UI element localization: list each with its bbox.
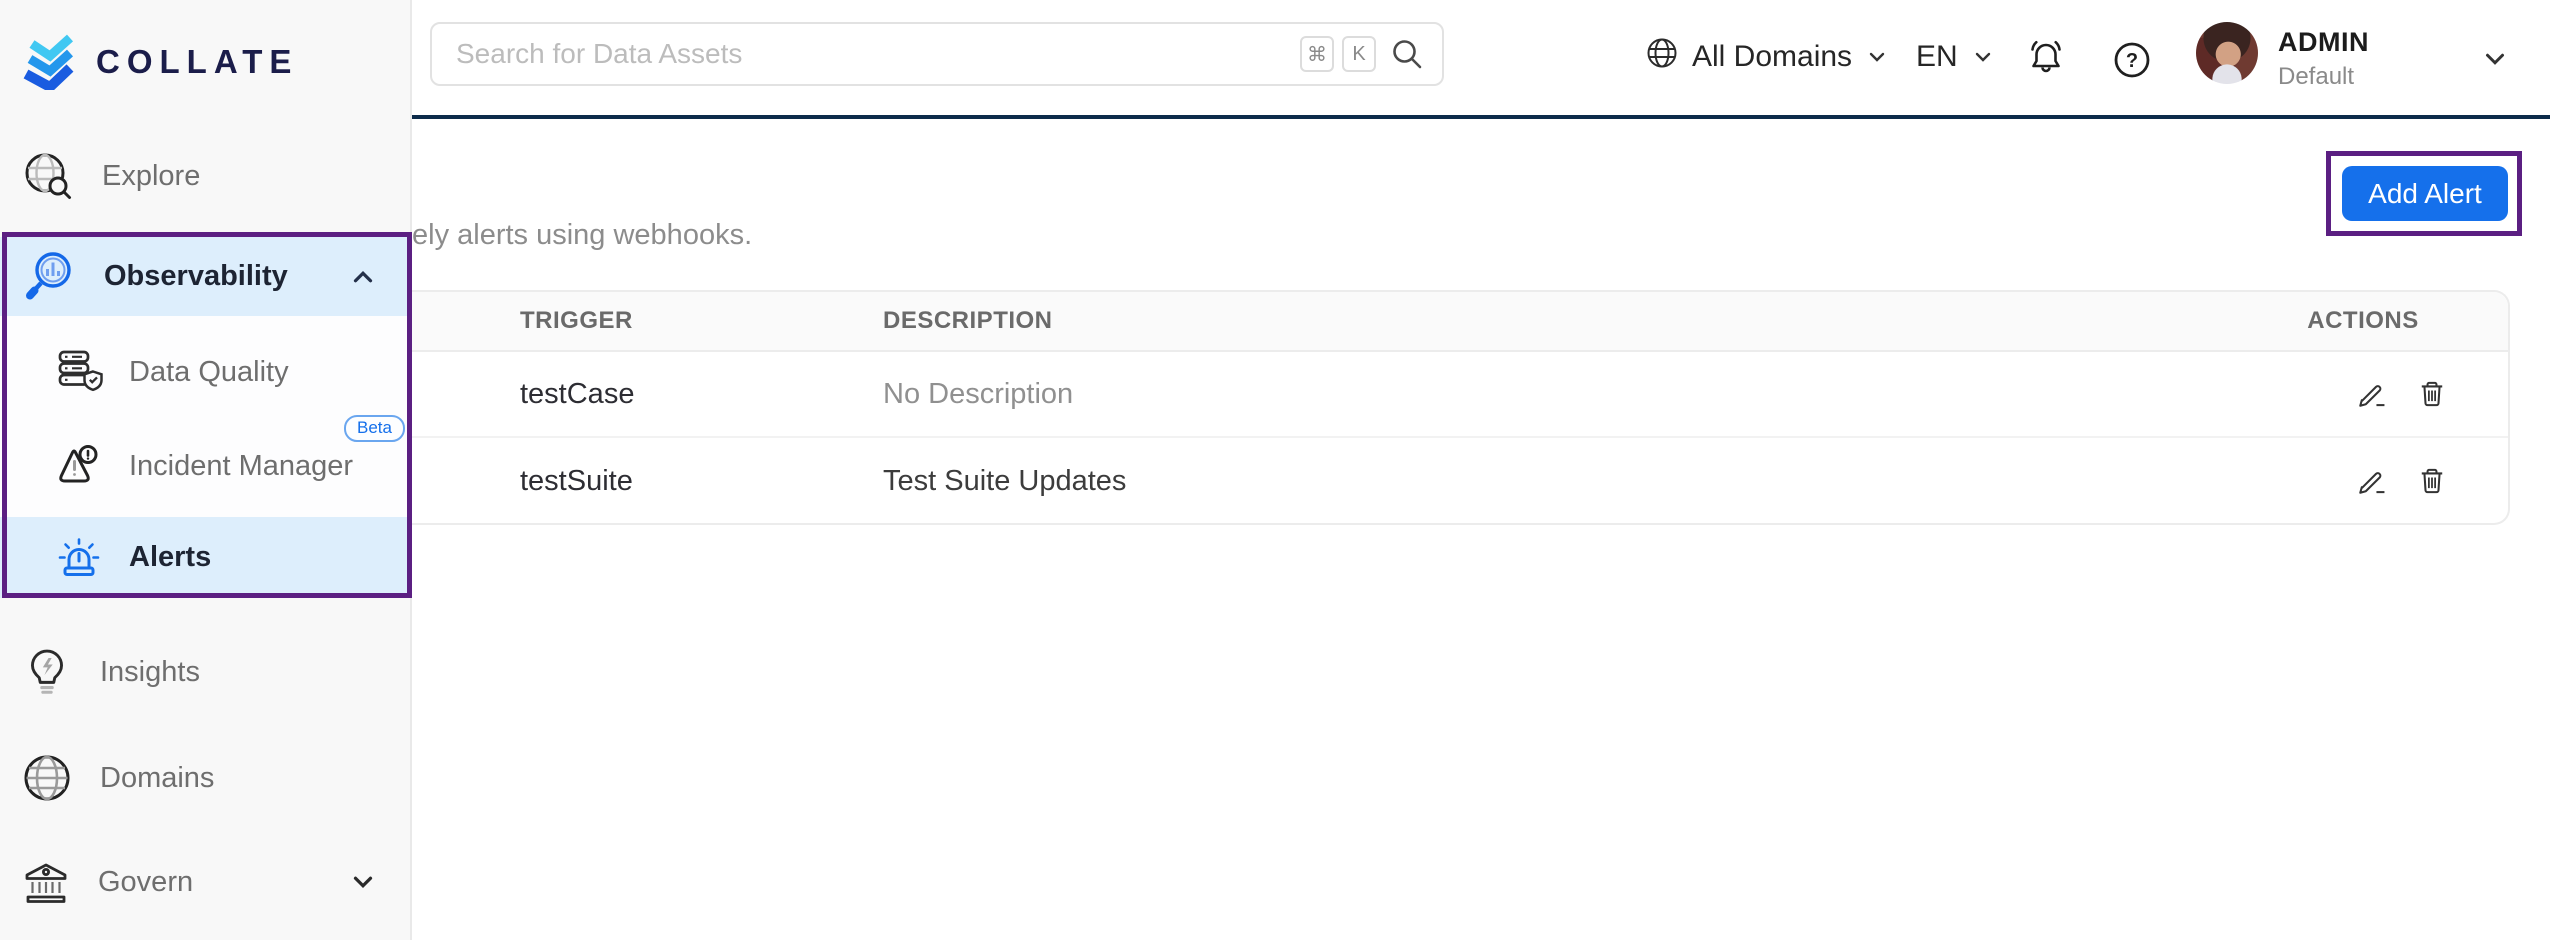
alerts-table: TRIGGER DESCRIPTION ACTIONS testCase No … [412, 290, 2510, 525]
observability-icon [20, 248, 78, 306]
sidebar-item-label: Incident Manager [129, 450, 353, 483]
sidebar-item-label: Domains [100, 762, 214, 795]
sidebar-item-insights[interactable]: Insights [0, 642, 412, 702]
sidebar-item-govern[interactable]: Govern [0, 852, 412, 912]
sidebar: COLLATE Explore Observability [0, 0, 412, 940]
sidebar-item-alerts[interactable]: Alerts [0, 517, 412, 598]
k-key-badge: K [1342, 36, 1376, 72]
table-row: testSuite Test Suite Updates [412, 438, 2508, 524]
incident-manager-icon [53, 440, 105, 492]
domains-globe-icon [20, 751, 74, 805]
user-avatar[interactable] [2196, 22, 2258, 84]
sidebar-item-observability[interactable]: Observability [0, 237, 412, 316]
user-menu[interactable]: ADMIN Default [2278, 27, 2369, 91]
sidebar-item-domains[interactable]: Domains [0, 748, 412, 808]
domain-selector-label: All Domains [1692, 40, 1852, 74]
search-icon [1390, 37, 1424, 71]
global-search-bar[interactable]: ⌘ K [430, 22, 1444, 86]
svg-text:?: ? [2126, 50, 2138, 72]
domain-selector[interactable]: All Domains [1645, 32, 1889, 82]
beta-badge: Beta [344, 415, 405, 442]
help-icon[interactable]: ? [2112, 40, 2152, 80]
search-input[interactable] [454, 37, 1292, 71]
sidebar-item-label: Observability [104, 260, 288, 293]
sidebar-item-explore[interactable]: Explore [0, 146, 412, 206]
table-header-row: TRIGGER DESCRIPTION ACTIONS [412, 292, 2508, 352]
actions-cell [2278, 465, 2508, 497]
globe-icon [1645, 36, 1679, 78]
explore-icon [20, 148, 76, 204]
sidebar-item-label: Insights [100, 656, 200, 689]
language-selector-label: EN [1916, 40, 1958, 74]
insights-lightbulb-icon [20, 645, 74, 699]
collate-logo[interactable]: COLLATE [21, 28, 298, 95]
sidebar-item-label: Govern [98, 866, 193, 899]
cmd-key-badge: ⌘ [1300, 36, 1334, 72]
chevron-down-icon [1971, 45, 1995, 69]
user-name: ADMIN [2278, 27, 2369, 58]
user-team: Default [2278, 63, 2369, 91]
user-menu-chevron-icon[interactable] [2480, 44, 2510, 74]
language-selector[interactable]: EN [1916, 32, 1995, 82]
trigger-cell: testSuite [412, 465, 775, 498]
edit-icon[interactable] [2356, 465, 2388, 497]
data-quality-icon [53, 346, 105, 398]
chevron-down-icon [348, 867, 378, 897]
notifications-bell-icon[interactable] [2024, 36, 2068, 80]
sidebar-item-incident-manager[interactable]: Incident Manager [0, 436, 412, 496]
table-row: testCase No Description [412, 352, 2508, 438]
actions-cell [2278, 378, 2508, 410]
sidebar-item-label: Data Quality [129, 356, 289, 389]
page-description: ely alerts using webhooks. [412, 219, 752, 252]
edit-icon[interactable] [2356, 378, 2388, 410]
delete-icon[interactable] [2416, 378, 2448, 410]
delete-icon[interactable] [2416, 465, 2448, 497]
description-cell: No Description [775, 378, 2278, 411]
column-header-trigger: TRIGGER [412, 307, 775, 335]
chevron-up-icon [348, 262, 378, 292]
sidebar-item-data-quality[interactable]: Data Quality [0, 340, 412, 404]
column-header-actions: ACTIONS [2307, 307, 2479, 335]
column-header-description: DESCRIPTION [775, 307, 2278, 335]
trigger-cell: testCase [412, 378, 775, 411]
collate-logo-icon [21, 28, 79, 95]
chevron-down-icon [1865, 45, 1889, 69]
description-cell: Test Suite Updates [775, 465, 2278, 498]
collate-logo-text: COLLATE [96, 43, 298, 81]
govern-bank-icon [20, 856, 72, 908]
sidebar-item-label: Explore [102, 160, 200, 193]
add-alert-button[interactable]: Add Alert [2342, 166, 2508, 221]
sidebar-item-label: Alerts [129, 541, 211, 574]
alerts-siren-icon [53, 532, 105, 584]
